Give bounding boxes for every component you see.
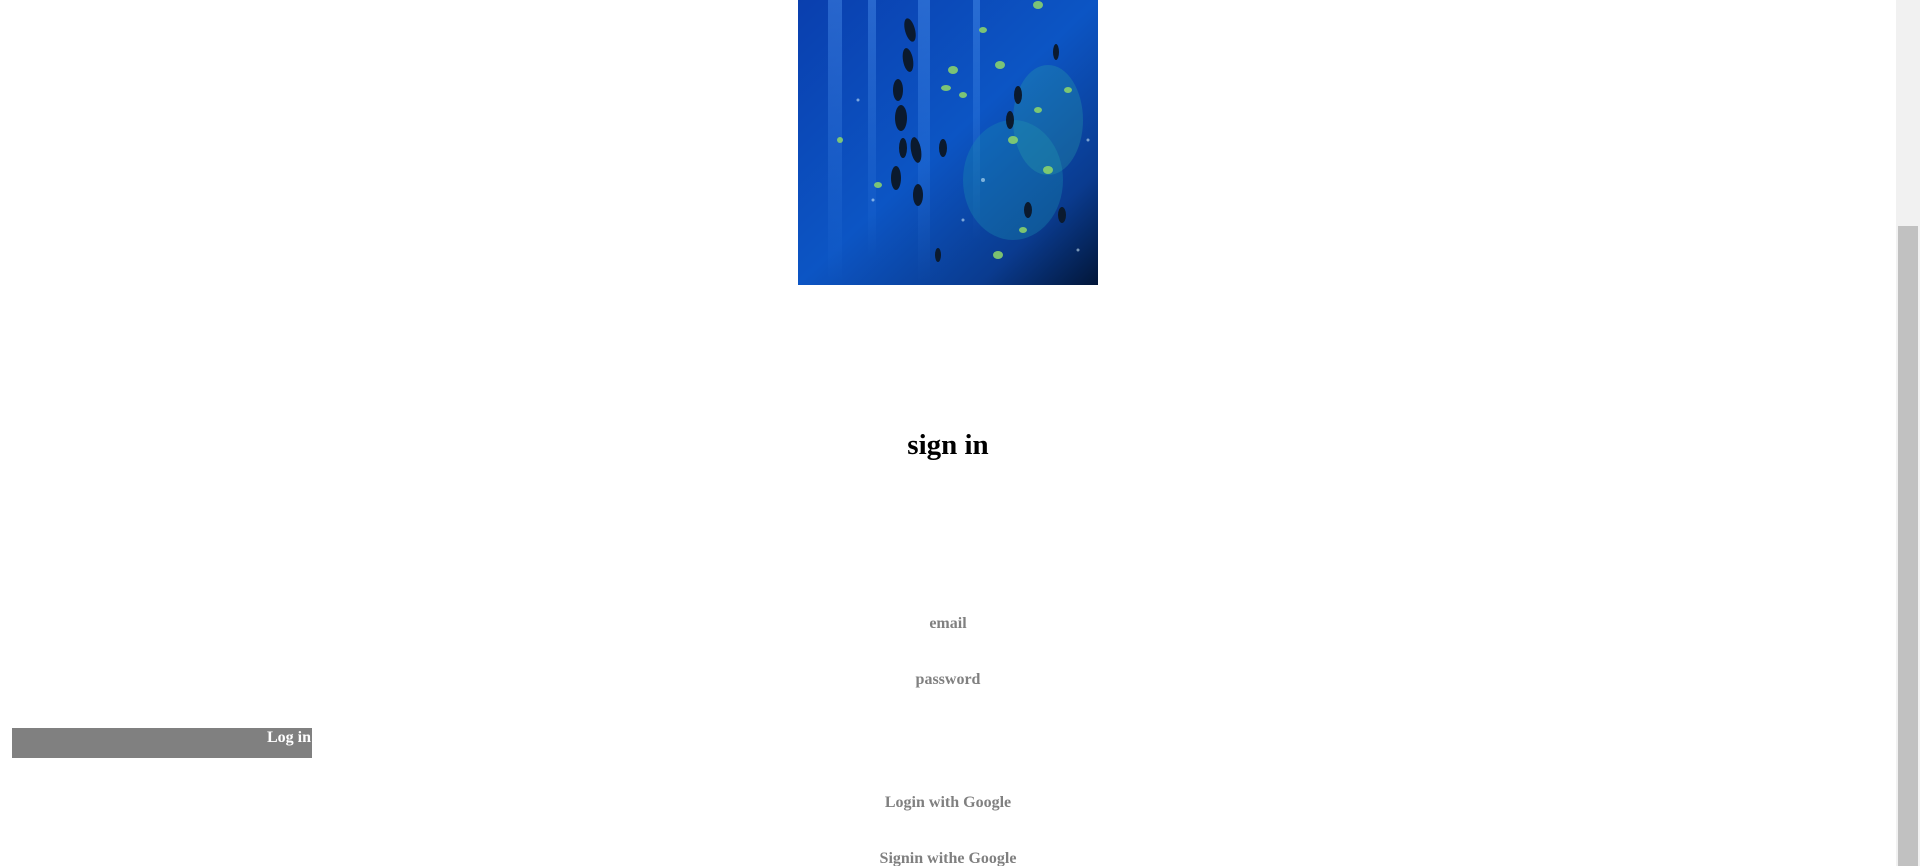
password-field[interactable] [828,671,1068,689]
signin-with-google-link[interactable]: Signin withe Google [0,850,1896,866]
email-field[interactable] [828,615,1068,633]
login-button[interactable]: Log in [12,728,312,758]
login-button-label: Log in [266,729,311,746]
password-field-wrapper [0,671,1896,689]
page-title: sign in [907,429,989,461]
email-field-wrapper [0,615,1896,633]
scrollbar-thumb[interactable] [1898,226,1918,866]
vertical-scrollbar[interactable] [1896,0,1920,866]
login-with-google-link[interactable]: Login with Google [0,794,1896,812]
page: sign in Log in Login with Google Signin … [0,0,1896,866]
underwater-fish-image [798,0,1098,285]
